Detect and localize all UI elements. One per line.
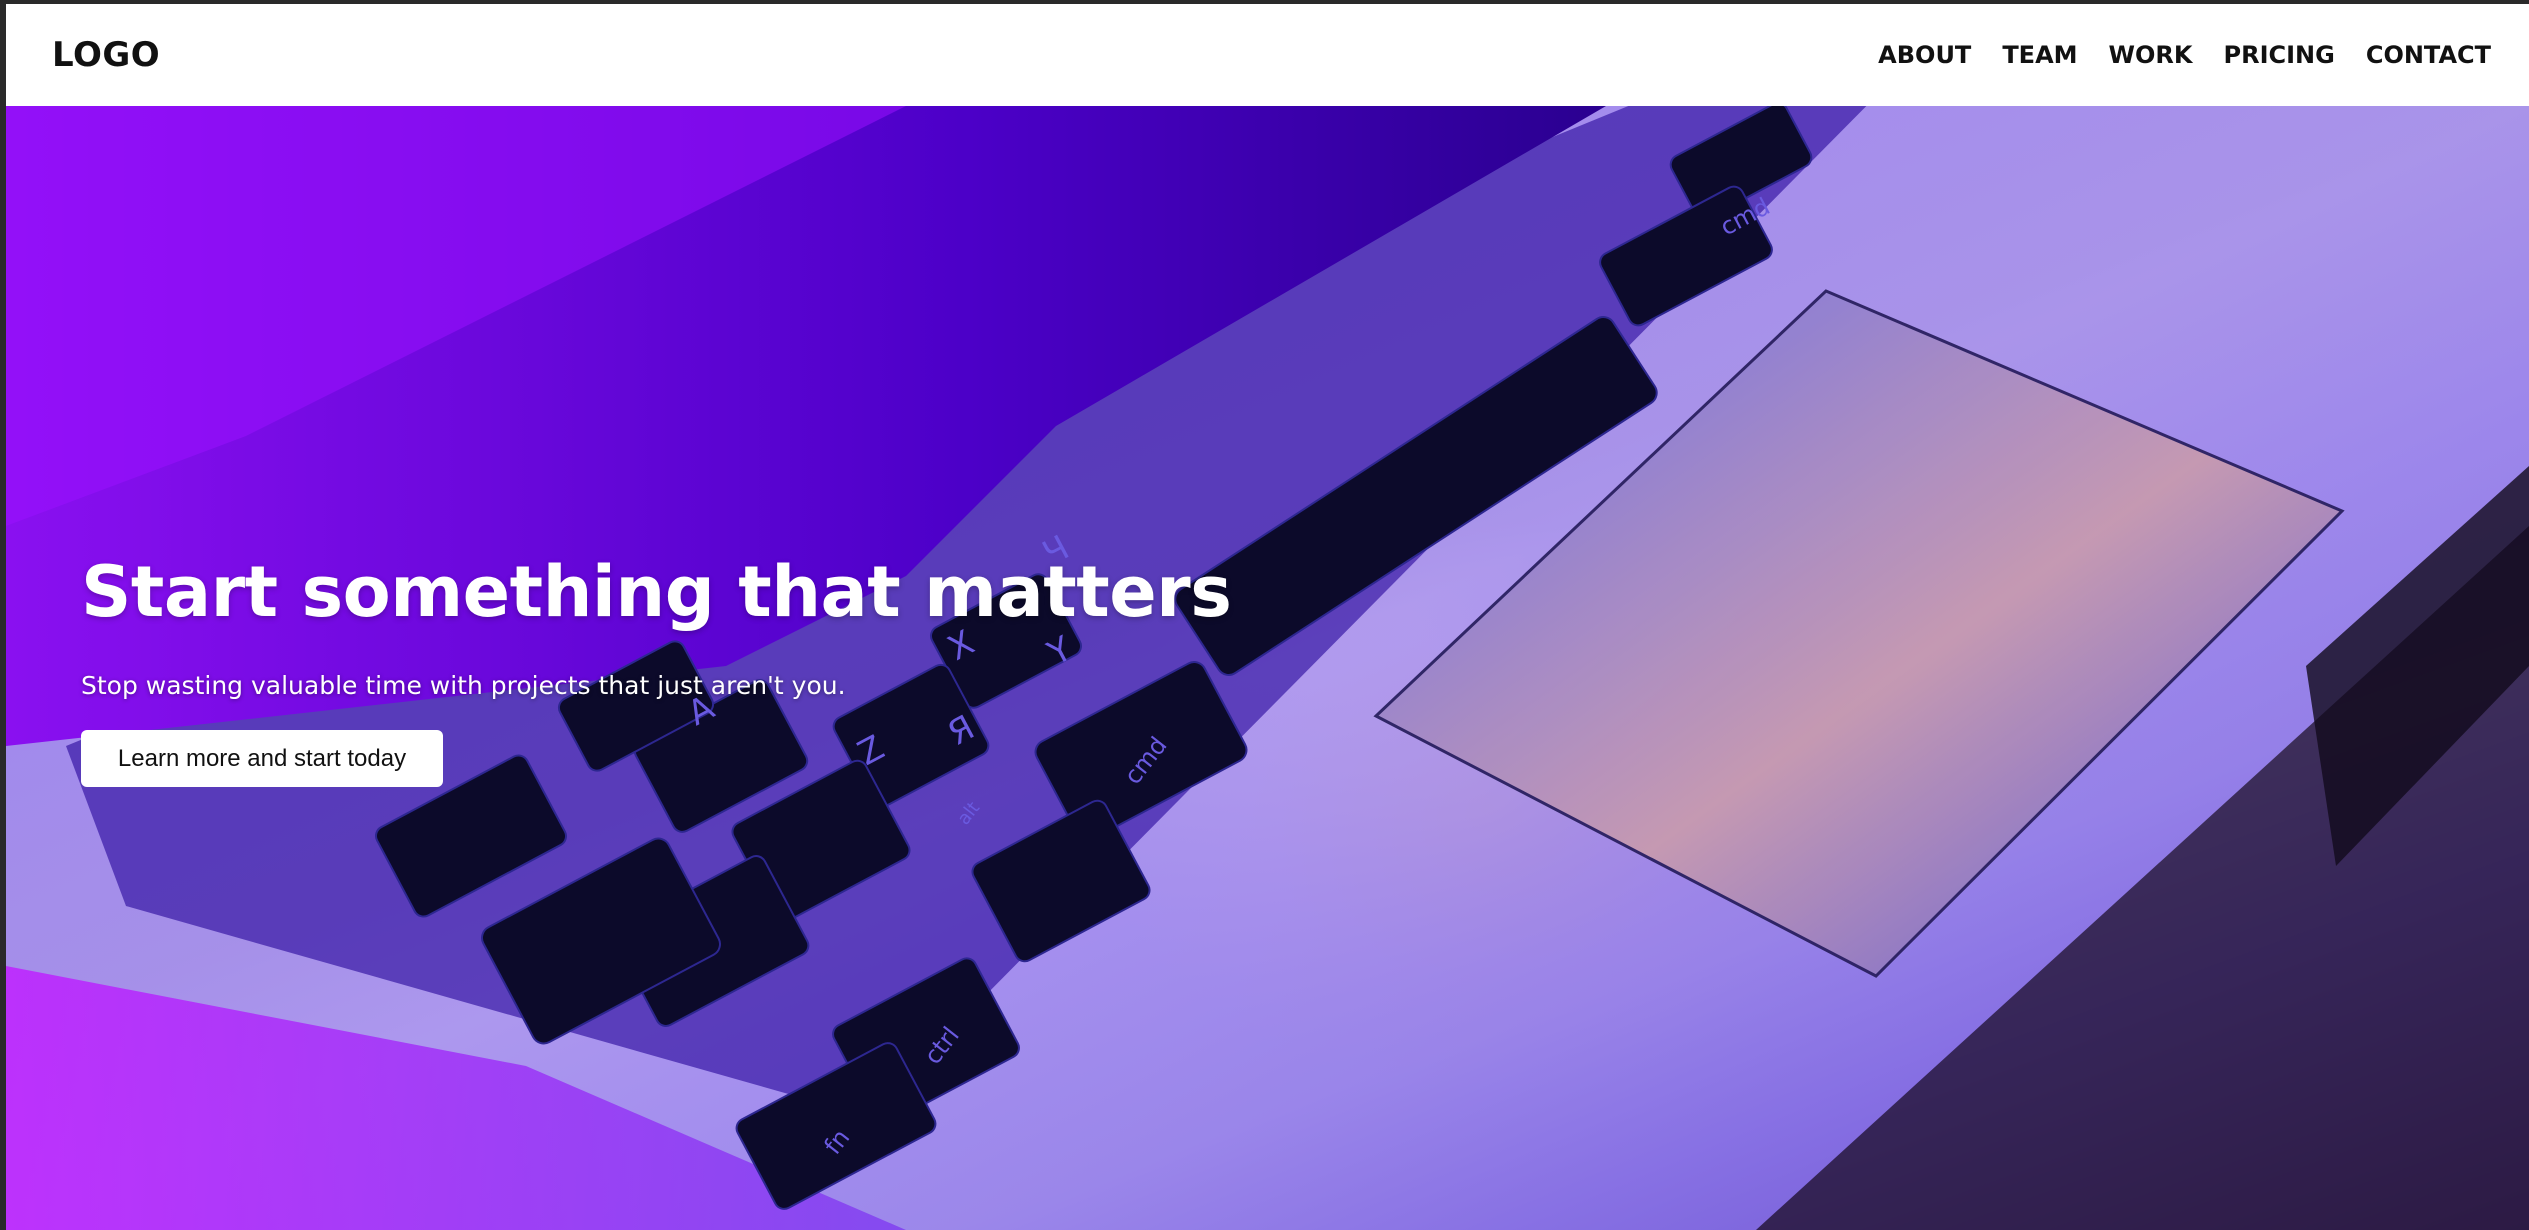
hero-content: Start something that matters Stop wastin… xyxy=(81,551,1232,787)
nav-menu: ABOUT TEAM WORK PRICING CONTACT xyxy=(1878,41,2491,69)
browser-viewport: LOGO ABOUT TEAM WORK PRICING CONTACT cmd… xyxy=(6,4,2529,1230)
nav-link-about[interactable]: ABOUT xyxy=(1878,41,1971,69)
hero-title: Start something that matters xyxy=(81,551,1232,633)
hero-subtitle: Stop wasting valuable time with projects… xyxy=(81,671,846,700)
logo[interactable]: LOGO xyxy=(52,35,160,75)
nav-link-work[interactable]: WORK xyxy=(2109,41,2193,69)
hero-section: cmd cmd ctrl alt fn X Z A Y Я Ч Start so… xyxy=(6,106,2529,1230)
navbar: LOGO ABOUT TEAM WORK PRICING CONTACT xyxy=(6,4,2529,106)
learn-more-button[interactable]: Learn more and start today xyxy=(81,730,443,787)
nav-link-pricing[interactable]: PRICING xyxy=(2224,41,2335,69)
nav-link-team[interactable]: TEAM xyxy=(2002,41,2077,69)
nav-link-contact[interactable]: CONTACT xyxy=(2366,41,2491,69)
